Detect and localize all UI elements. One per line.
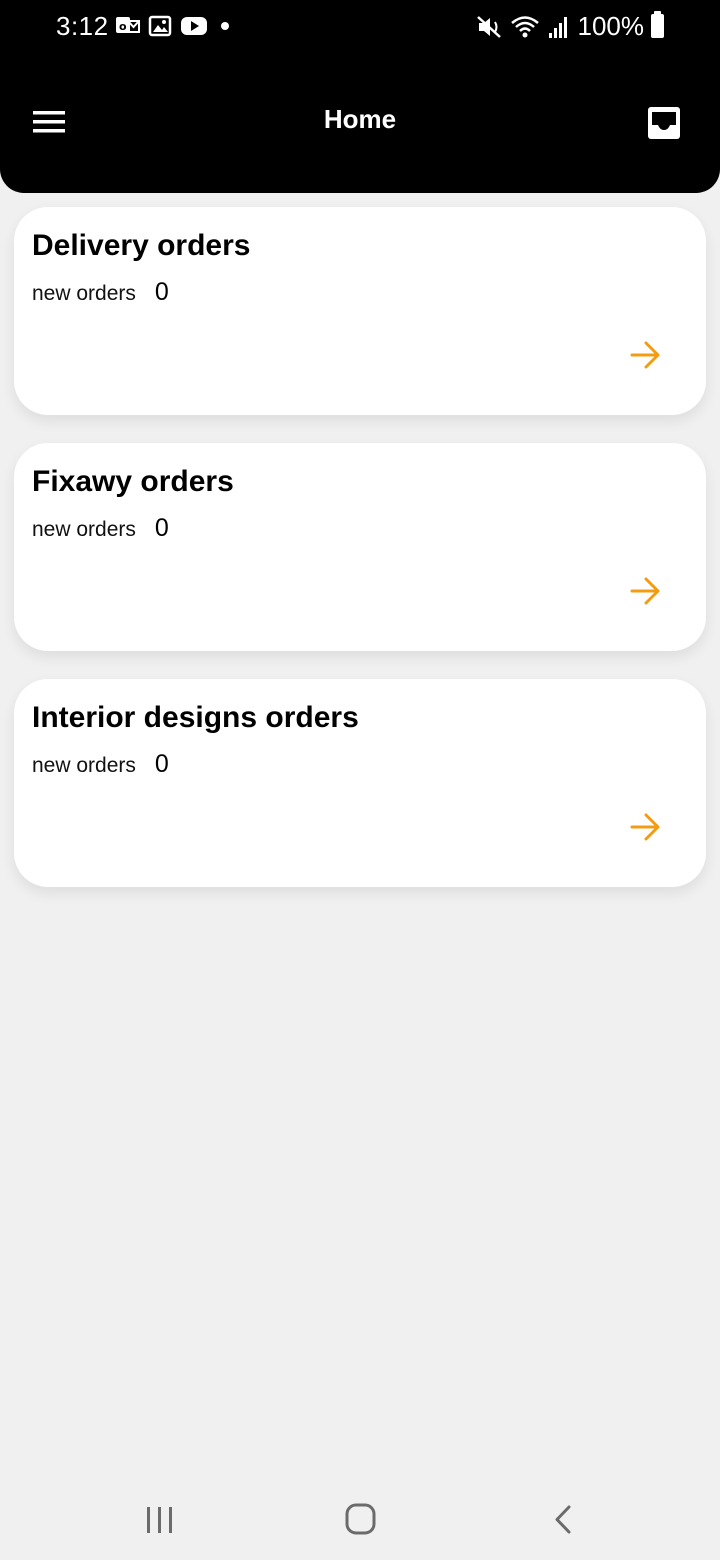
card-title: Interior designs orders [32, 701, 359, 734]
status-time: 3:12 [56, 11, 109, 41]
youtube-icon [181, 17, 207, 35]
mail-notification-icon: o [116, 17, 140, 33]
interior-designs-orders-card[interactable]: Interior designs orders new orders 0 [14, 679, 706, 887]
delivery-orders-card[interactable]: Delivery orders new orders 0 [14, 207, 706, 415]
fixawy-orders-card[interactable]: Fixawy orders new orders 0 [14, 443, 706, 651]
status-right-icons: 100% [476, 11, 645, 42]
card-new-orders-row: new orders 0 [32, 514, 169, 543]
app-header: 3:12 o 100% Home [0, 0, 720, 193]
wifi-icon [510, 15, 539, 37]
page-title: Home [323, 104, 397, 134]
card-title: Fixawy orders [32, 465, 234, 498]
inbox-button[interactable] [640, 100, 688, 146]
recents-icon [147, 1507, 172, 1533]
home-icon [345, 1503, 376, 1535]
svg-text:o: o [119, 20, 127, 33]
mute-vibrate-icon [476, 15, 501, 38]
orders-card-list: Delivery orders new orders 0 Fixawy orde… [14, 207, 706, 915]
recents-button[interactable] [130, 1500, 190, 1540]
new-orders-label: new orders [32, 754, 136, 777]
status-bar: 3:12 o 100% [0, 0, 720, 54]
new-orders-label: new orders [32, 282, 136, 305]
new-orders-label: new orders [32, 518, 136, 541]
dot-icon [221, 22, 229, 30]
back-icon [555, 1505, 571, 1534]
new-orders-count: 0 [154, 514, 169, 542]
back-button[interactable] [532, 1500, 592, 1540]
card-title: Delivery orders [32, 229, 251, 262]
new-orders-count: 0 [154, 750, 169, 778]
home-button[interactable] [330, 1500, 390, 1540]
card-new-orders-row: new orders 0 [32, 278, 169, 307]
arrow-right-icon[interactable] [628, 337, 664, 373]
card-new-orders-row: new orders 0 [32, 750, 169, 779]
signal-icon [548, 16, 567, 38]
inbox-icon [648, 107, 680, 139]
new-orders-count: 0 [154, 278, 169, 306]
battery-percentage: 100% [577, 11, 645, 41]
status-notification-icons: o [114, 14, 234, 38]
system-navigation-bar [0, 1480, 720, 1560]
battery-icon [651, 11, 664, 38]
gallery-icon [148, 15, 172, 37]
arrow-right-icon[interactable] [628, 809, 664, 845]
arrow-right-icon[interactable] [628, 573, 664, 609]
